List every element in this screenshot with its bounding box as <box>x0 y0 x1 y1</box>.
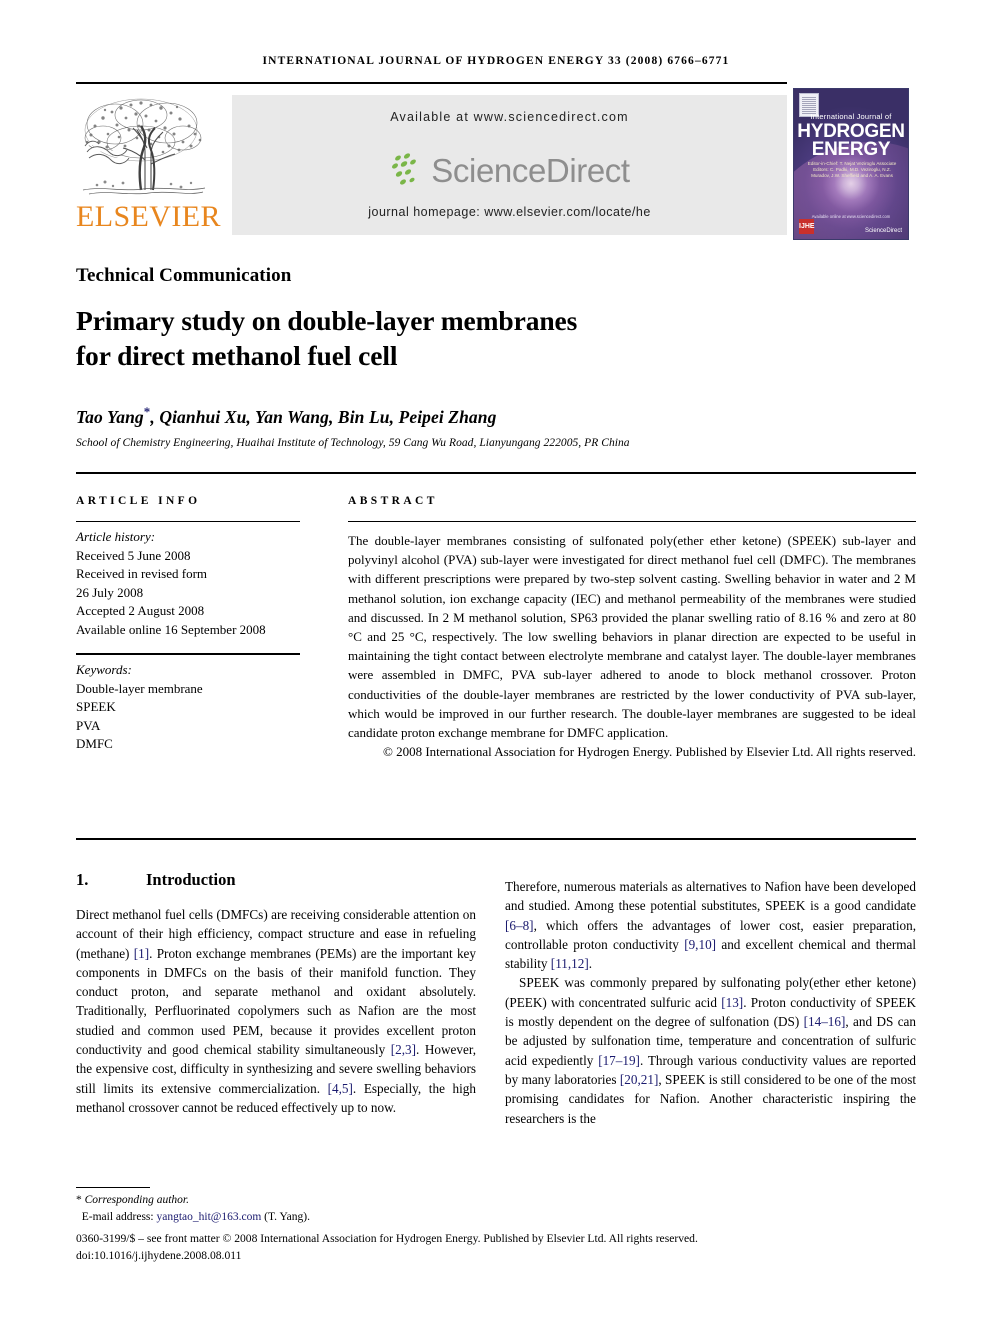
abstract-heading: ABSTRACT <box>348 495 438 507</box>
running-head: INTERNATIONAL JOURNAL OF HYDROGEN ENERGY… <box>262 55 730 67</box>
article-history: Article history: Received 5 June 2008 Re… <box>76 528 311 640</box>
footnote-divider <box>76 1187 150 1189</box>
keywords-list: Keywords: Double-layer membrane SPEEK PV… <box>76 661 311 754</box>
sciencedirect-banner: Available at www.sciencedirect.com Scien… <box>232 95 787 235</box>
elsevier-tree-icon <box>79 90 210 200</box>
history-item: Received in revised form <box>76 566 208 582</box>
citation-ref[interactable]: [9,10] <box>684 937 716 952</box>
paragraph: Therefore, numerous materials as alterna… <box>505 879 917 972</box>
cover-sciencedirect-mark: ScienceDirect <box>864 228 902 234</box>
header-divider <box>76 82 787 85</box>
article-title-line2: for direct methanol fuel cell <box>76 340 398 371</box>
article-history-label: Article history: <box>76 529 156 544</box>
abstract-top-divider <box>76 472 916 475</box>
elsevier-logo: ELSEVIER <box>76 88 221 238</box>
elsevier-wordmark: ELSEVIER <box>76 200 221 233</box>
history-item: Accepted 2 August 2008 <box>76 603 205 619</box>
keyword-item: SPEEK <box>76 699 116 715</box>
abstract-text: The double-layer membranes consisting of… <box>348 533 916 741</box>
email-owner: (T. Yang). <box>264 1210 310 1223</box>
history-item: 26 July 2008 <box>76 584 144 600</box>
email-label: E-mail address: <box>81 1210 154 1223</box>
citation-ref[interactable]: [11,12] <box>551 956 589 971</box>
doi-line: doi:10.1016/j.ijhydene.2008.08.011 <box>76 1248 242 1262</box>
history-item: Available online 16 September 2008 <box>76 621 266 637</box>
sciencedirect-wordmark: ScienceDirect <box>431 152 630 189</box>
sciencedirect-logo: ScienceDirect <box>232 145 787 197</box>
cover-title-line2: ENERGY <box>811 139 891 160</box>
issn-line: 0360-3199/$ – see front matter © 2008 In… <box>76 1232 698 1245</box>
citation-ref[interactable]: [6–8] <box>505 918 534 933</box>
cover-badge-icon: IJHE <box>799 219 815 234</box>
abstract-bottom-divider <box>76 838 916 841</box>
footnote: * Corresponding author. E-mail address: … <box>76 1192 776 1225</box>
email-line: E-mail address: yangtao_hit@163.com (T. … <box>76 1209 776 1226</box>
citation-ref[interactable]: [20,21] <box>620 1072 658 1087</box>
abstract-heading-divider <box>348 521 916 523</box>
author-names-rest: , Qianhui Xu, Yan Wang, Bin Lu, Peipei Z… <box>150 406 497 427</box>
cover-pretitle: International Journal of <box>810 112 892 121</box>
citation-ref[interactable]: [13] <box>721 995 743 1010</box>
article-type: Technical Communication <box>76 265 292 286</box>
author-names: Tao Yang <box>76 406 144 427</box>
citation-ref[interactable]: [1] <box>134 946 149 961</box>
author-list: Tao Yang*, Qianhui Xu, Yan Wang, Bin Lu,… <box>76 404 836 428</box>
available-at-text: Available at www.sciencedirect.com <box>390 110 629 124</box>
citation-ref[interactable]: [17–19] <box>598 1053 640 1068</box>
citation-ref[interactable]: [14–16] <box>804 1014 846 1029</box>
history-item: Received 5 June 2008 <box>76 547 191 563</box>
citation-ref[interactable]: [2,3] <box>391 1042 416 1057</box>
email-link[interactable]: yangtao_hit@163.com <box>156 1211 261 1223</box>
journal-homepage-text: journal homepage: www.elsevier.com/locat… <box>368 205 651 219</box>
citation-ref[interactable]: [4,5] <box>328 1081 353 1096</box>
cover-editors: Editor-in-Chief: T. Nejat Veziroglu Asso… <box>807 161 897 179</box>
article-info-heading: ARTICLE INFO <box>76 495 201 507</box>
corresponding-author-label: Corresponding author. <box>84 1194 189 1206</box>
article-title-line1: Primary study on double-layer membranes <box>76 305 578 336</box>
imprint-block: 0360-3199/$ – see front matter © 2008 In… <box>76 1231 926 1264</box>
introduction-right-column: Therefore, numerous materials as alterna… <box>505 877 916 1128</box>
section-number: 1. <box>76 870 89 889</box>
journal-article-page: INTERNATIONAL JOURNAL OF HYDROGEN ENERGY… <box>0 0 992 1323</box>
page-title: Primary study on double-layer membranes … <box>76 303 776 373</box>
keywords-divider <box>76 653 300 655</box>
affiliation: School of Chemistry Engineering, Huaihai… <box>76 437 630 449</box>
keyword-item: PVA <box>76 717 101 733</box>
introduction-left-column: Direct methanol fuel cells (DMFCs) are r… <box>76 907 477 1115</box>
paragraph: SPEEK was commonly prepared by sulfonati… <box>505 975 917 1126</box>
sciencedirect-leaves-icon <box>389 151 427 191</box>
abstract-body: The double-layer membranes consisting of… <box>348 531 916 761</box>
article-info-divider <box>76 521 300 523</box>
keyword-item: Double-layer membrane <box>76 680 203 696</box>
keywords-label: Keywords: <box>76 662 132 677</box>
keyword-item: DMFC <box>76 736 113 752</box>
section-title: Introduction <box>146 870 236 889</box>
corresponding-author-note: * Corresponding author. <box>76 1192 776 1209</box>
abstract-copyright: © 2008 International Association for Hyd… <box>382 744 916 760</box>
journal-cover-image: International Journal of HYDROGEN ENERGY… <box>793 88 909 240</box>
footnote-marker: * <box>76 1194 82 1206</box>
